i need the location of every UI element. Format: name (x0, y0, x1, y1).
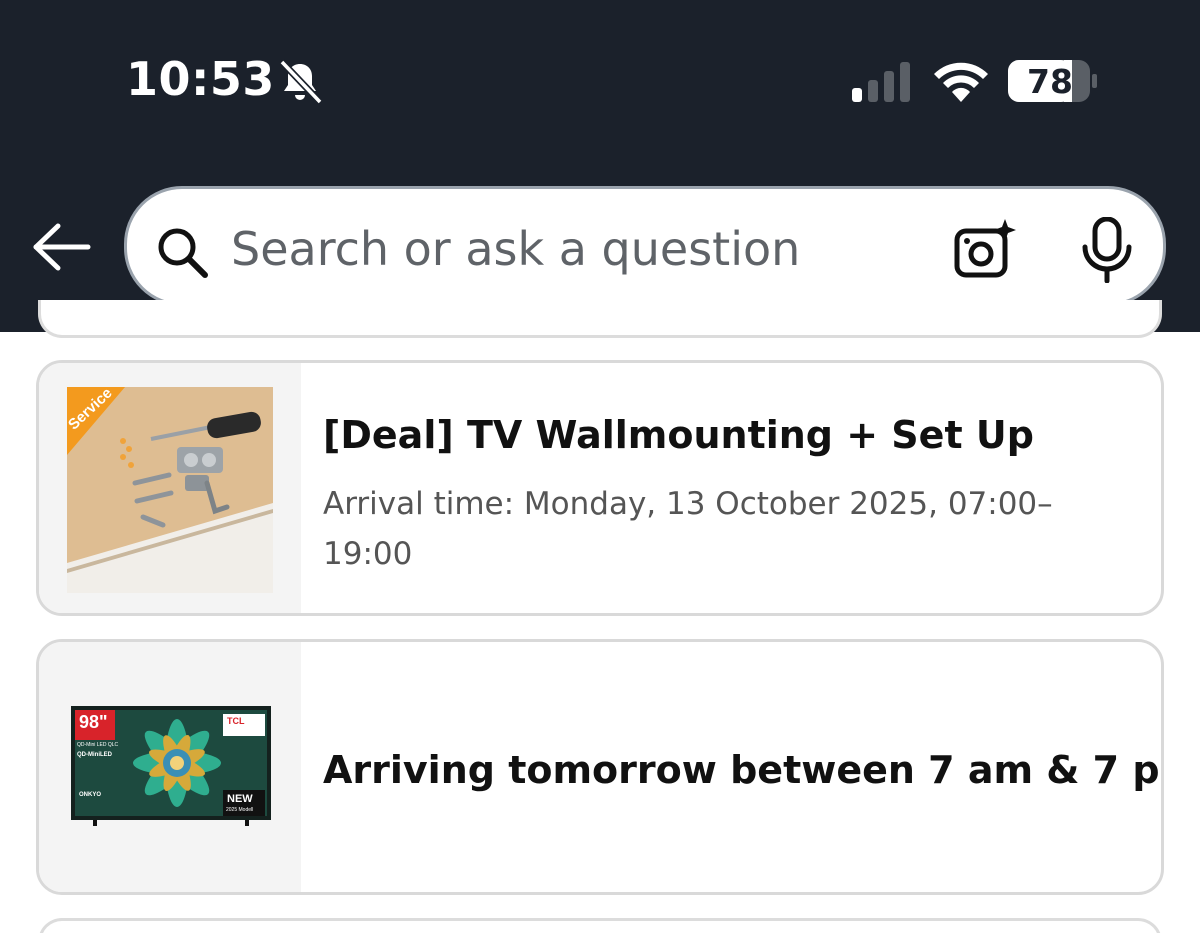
app-header: 10:53 78 (0, 0, 1200, 332)
cellular-signal-icon (852, 62, 910, 102)
status-time: 10:53 (126, 52, 275, 106)
tv-new-badge: NEW (227, 793, 253, 805)
tv-thumbnail: 98" QD-Mini LED QLC QD-MiniLED ONKYO TCL… (39, 642, 301, 892)
camera-sparkle-icon[interactable] (953, 217, 1017, 281)
tv-tech-label: QD-Mini LED QLC (77, 742, 119, 748)
order-card[interactable]: Service [Deal] TV Wallmounting + Set Up … (36, 360, 1164, 616)
search-icon (158, 228, 208, 278)
tv-size-label: 98" (79, 712, 108, 732)
battery-icon: 78 (1008, 60, 1098, 102)
order-title: Arriving tomorrow between 7 am & 7 pm (323, 748, 1164, 792)
tv-model-label: QD-MiniLED (77, 752, 112, 758)
next-order-card[interactable] (38, 918, 1162, 933)
battery-level: 78 (1027, 62, 1073, 101)
order-title: [Deal] TV Wallmounting + Set Up (323, 413, 1034, 457)
tv-new-subtitle: 2025 Modell (226, 807, 254, 813)
back-arrow-icon[interactable] (30, 220, 94, 274)
tv-brand-logo: TCL (227, 716, 245, 726)
search-input[interactable] (231, 219, 921, 279)
bell-slash-icon (279, 59, 323, 105)
order-card[interactable]: 98" QD-Mini LED QLC QD-MiniLED ONKYO TCL… (36, 639, 1164, 895)
service-thumbnail: Service (39, 363, 301, 613)
previous-order-card[interactable] (38, 300, 1162, 338)
tv-audio-label: ONKYO (79, 792, 102, 798)
wifi-icon (934, 62, 988, 102)
search-bar[interactable] (124, 186, 1166, 306)
microphone-icon[interactable] (1079, 217, 1135, 283)
arrival-time: Arrival time: Monday, 13 October 2025, 0… (323, 486, 1053, 572)
